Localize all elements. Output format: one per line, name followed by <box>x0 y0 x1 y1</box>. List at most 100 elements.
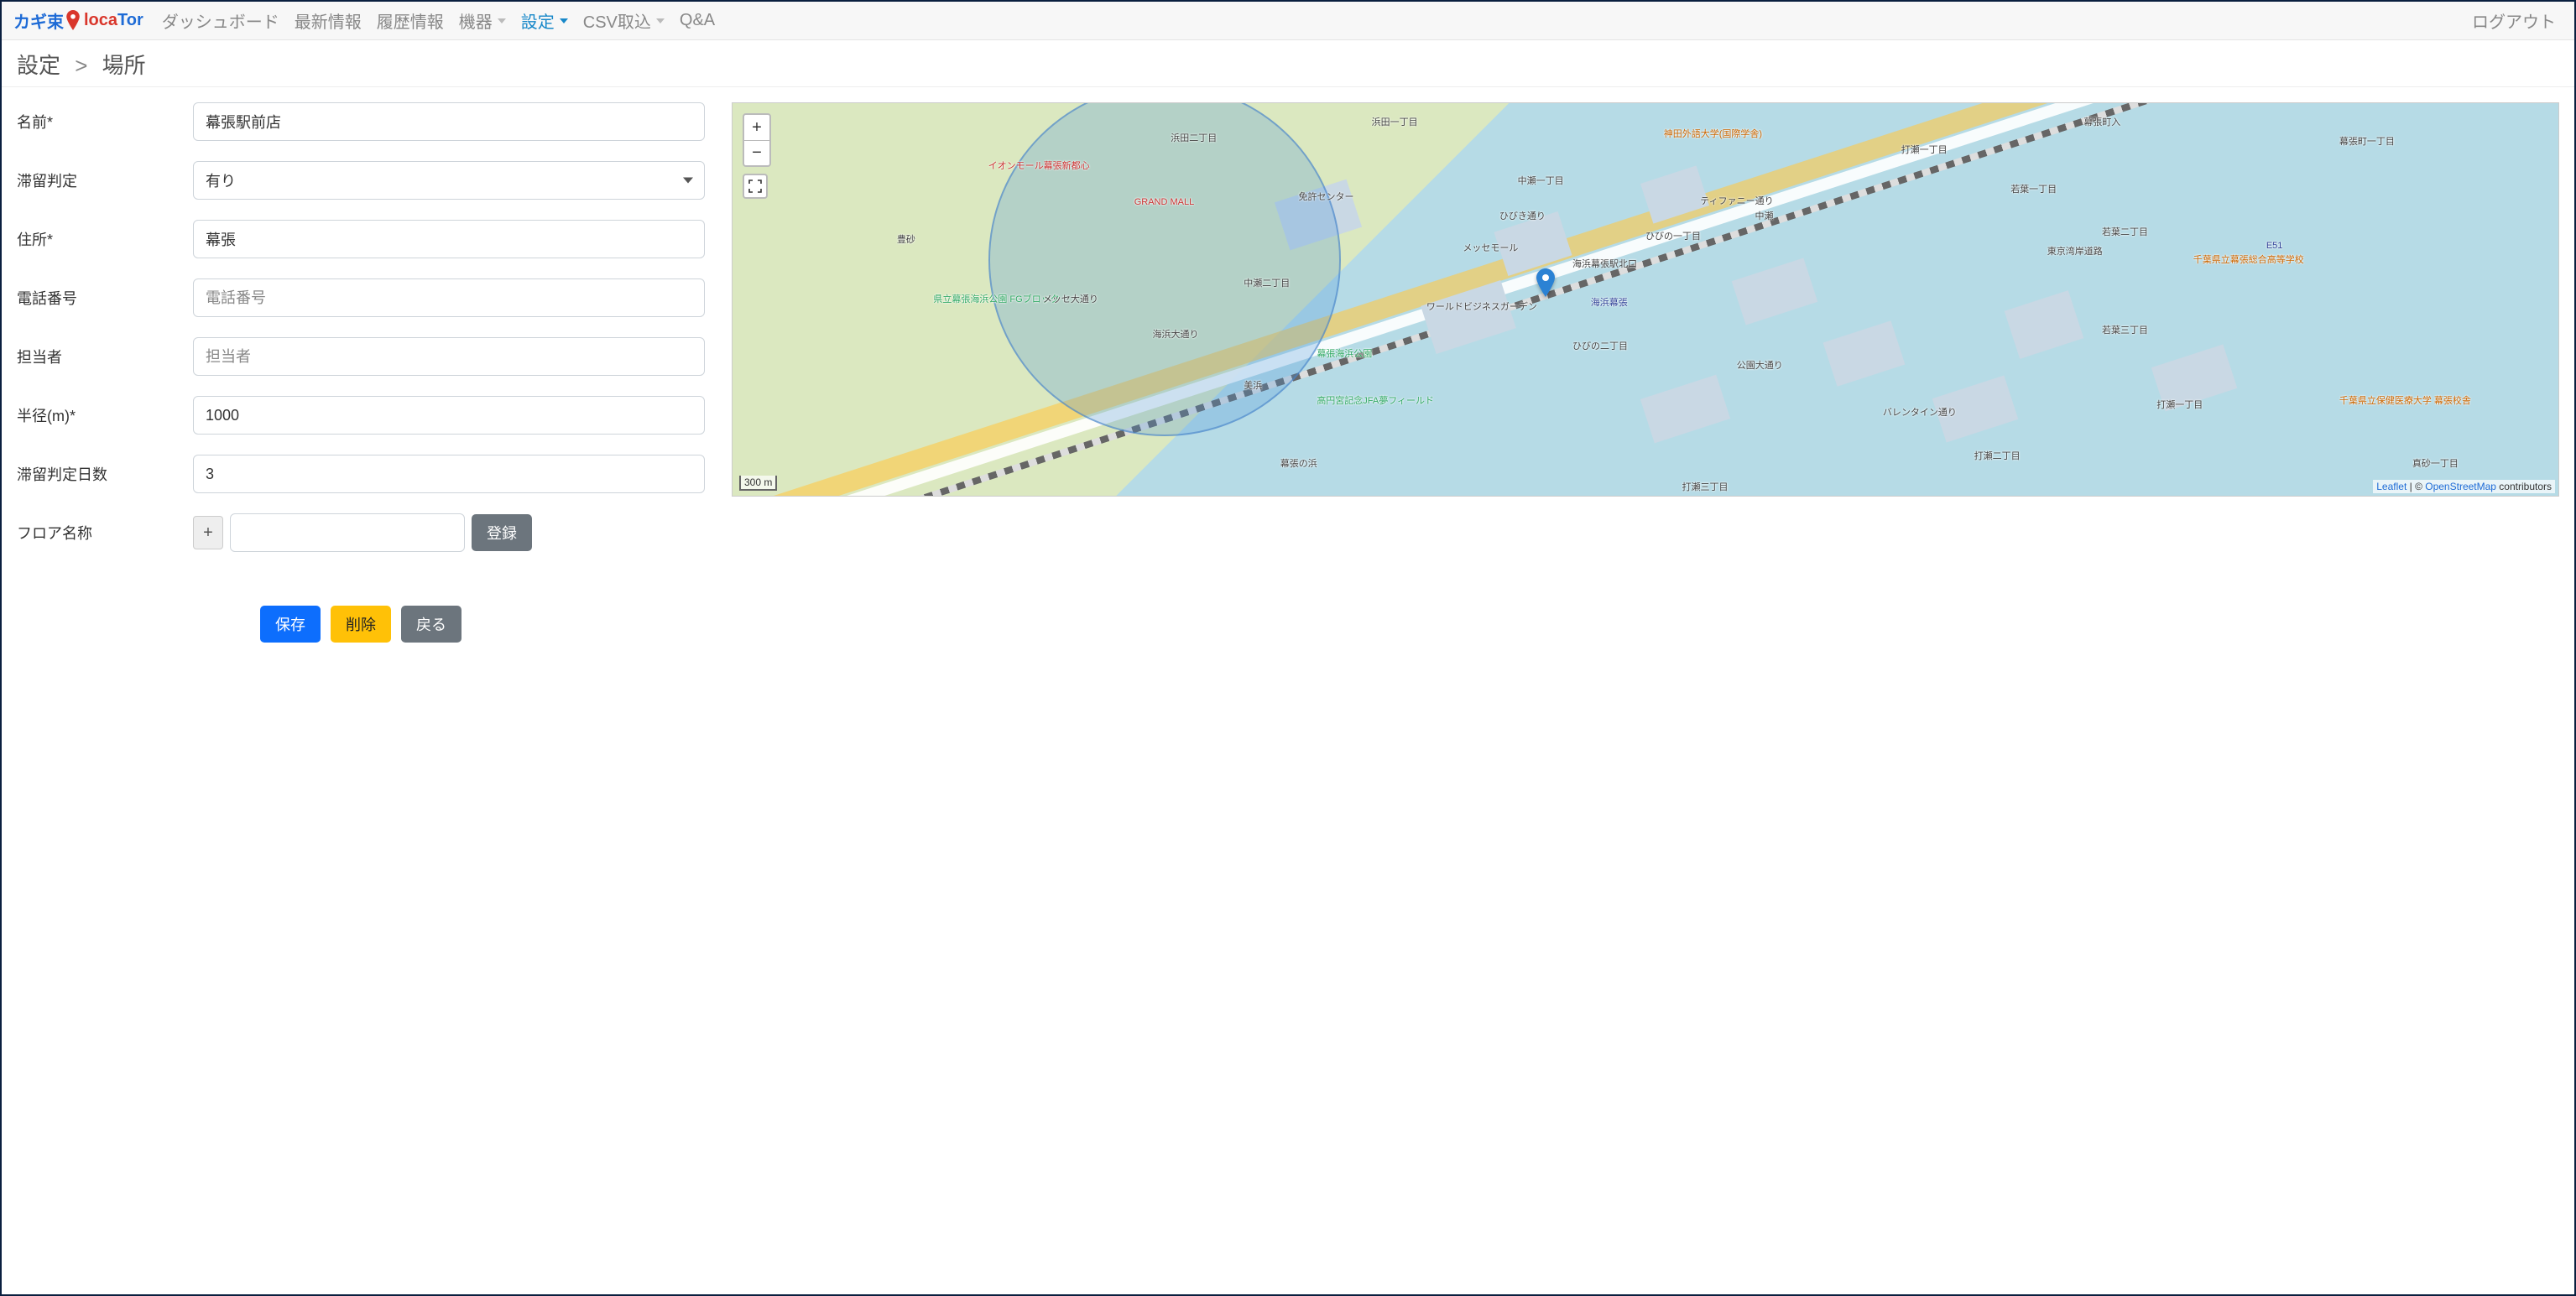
delete-button[interactable]: 削除 <box>331 606 391 643</box>
nav-links: ダッシュボード最新情報履歴情報機器設定 CSV取込 Q&A <box>162 8 2472 33</box>
map-place-label: ひびの一丁目 <box>1645 229 1701 242</box>
map-place-label: 浜田一丁目 <box>1372 115 1418 128</box>
osm-link[interactable]: OpenStreetMap <box>2425 481 2496 492</box>
map-place-label: 海浜大通り <box>1152 327 1198 341</box>
label-stay-judgment: 滞留判定 <box>17 169 193 191</box>
input-address[interactable] <box>193 220 705 258</box>
map-place-label: 若葉一丁目 <box>2010 182 2057 195</box>
input-floor[interactable] <box>230 513 465 552</box>
map-place-label: 県立幕張海浜公園 FGブロック <box>933 292 1059 305</box>
input-radius[interactable] <box>193 396 705 435</box>
map-place-label: 打瀬一丁目 <box>1901 143 1948 156</box>
map-place-label: 打瀬一丁目 <box>2156 398 2203 411</box>
leaflet-link[interactable]: Leaflet <box>2376 481 2407 492</box>
label-phone: 電話番号 <box>17 287 193 309</box>
map-place-label: 千葉県立保健医療大学 幕張校舎 <box>2339 393 2471 407</box>
map-pin-icon <box>65 10 81 32</box>
input-name[interactable] <box>193 102 705 141</box>
logo-text-3: Tor <box>117 11 143 30</box>
map-place-label: 幕張の浜 <box>1280 456 1317 470</box>
chevron-down-icon <box>656 18 665 23</box>
fullscreen-icon <box>748 180 762 193</box>
label-address: 住所* <box>17 228 193 250</box>
select-stay-judgment[interactable] <box>193 161 705 200</box>
input-stay-days[interactable] <box>193 455 705 493</box>
nav-item[interactable]: ダッシュボード <box>162 8 279 33</box>
map-place-label: 幕張町一丁目 <box>2339 134 2395 148</box>
add-floor-button[interactable]: + <box>193 516 223 549</box>
zoom-control: + − <box>743 113 771 167</box>
map-panel[interactable]: イオンモール幕張新都心 GRAND MALL 神田外語大学(国際学舎) 浜田二丁目 浜田… <box>732 102 2559 497</box>
fullscreen-button[interactable] <box>743 174 768 199</box>
map-place-label: メッセモール <box>1463 241 1518 254</box>
map-place-label: ひびの二丁目 <box>1572 339 1628 352</box>
label-name: 名前* <box>17 111 193 133</box>
row-phone: 電話番号 <box>17 278 705 317</box>
logo-text-2: loca <box>84 11 117 30</box>
row-address: 住所* <box>17 220 705 258</box>
row-name: 名前* <box>17 102 705 141</box>
map-place-label: 真砂一丁目 <box>2412 456 2459 470</box>
breadcrumb-child: 場所 <box>102 53 146 78</box>
map-place-label: 千葉県立幕張総合高等学校 <box>2193 252 2304 266</box>
map-place-label: 海浜幕張駅北口 <box>1572 257 1637 270</box>
map-place-label: 美浜 <box>1244 378 1262 392</box>
map-place-label: 若葉二丁目 <box>2102 225 2148 238</box>
map-place-label: 幕張町入 <box>2083 115 2120 128</box>
map-place-label: ひびき通り <box>1499 209 1546 222</box>
chevron-down-icon <box>498 18 506 23</box>
logout-link[interactable]: ログアウト <box>2472 8 2556 33</box>
radius-circle <box>988 102 1341 436</box>
navbar: カギ束 locaTor ダッシュボード最新情報履歴情報機器設定CSV取込Q&A … <box>2 2 2574 40</box>
chevron-down-icon <box>560 18 568 23</box>
input-person[interactable] <box>193 337 705 376</box>
map-place-label: 中瀬二丁目 <box>1244 276 1290 289</box>
map-place-label: 海浜幕張 <box>1591 295 1628 309</box>
row-stay-judgment: 滞留判定 <box>17 161 705 200</box>
map-attribution: Leaflet | © OpenStreetMap contributors <box>2373 480 2555 493</box>
action-row: 保存 削除 戻る <box>17 606 705 643</box>
label-radius: 半径(m)* <box>17 404 193 426</box>
row-radius: 半径(m)* <box>17 396 705 435</box>
row-floor: フロア名称 + 登録 <box>17 513 705 552</box>
map-place-label: ワールドビジネスガーデン <box>1426 299 1537 313</box>
breadcrumb-parent[interactable]: 設定 <box>17 53 60 78</box>
register-floor-button[interactable]: 登録 <box>472 514 532 551</box>
map-place-label: 中瀬一丁目 <box>1518 174 1564 187</box>
map-place-label: 幕張海浜公園 <box>1317 346 1372 360</box>
location-pin-icon[interactable] <box>1536 268 1556 297</box>
breadcrumb-separator: > <box>75 53 87 78</box>
map-place-label: 豊砂 <box>897 232 915 246</box>
map-place-label: 若葉三丁目 <box>2102 323 2148 336</box>
map-place-label: E51 <box>2266 241 2283 251</box>
nav-item[interactable]: 機器 <box>459 8 506 33</box>
nav-item[interactable]: Q&A <box>680 11 715 30</box>
map-place-label: 打瀬二丁目 <box>1974 449 2021 462</box>
breadcrumb: 設定 > 場所 <box>17 49 2559 80</box>
map-place-label: 浜田二丁目 <box>1171 131 1217 144</box>
label-floor: フロア名称 <box>17 522 193 544</box>
map-place-label: 打瀬三丁目 <box>1682 480 1729 493</box>
nav-item[interactable]: 履歴情報 <box>377 8 444 33</box>
save-button[interactable]: 保存 <box>260 606 321 643</box>
map-place-label: イオンモール幕張新都心 <box>988 159 1090 172</box>
zoom-in-button[interactable]: + <box>744 115 769 140</box>
input-phone[interactable] <box>193 278 705 317</box>
map-place-label: 公園大通り <box>1737 358 1783 372</box>
map-place-label: 高円宮記念JFA夢フィールド <box>1317 393 1434 407</box>
app-logo[interactable]: カギ束 locaTor <box>13 8 143 33</box>
nav-item[interactable]: 最新情報 <box>295 8 362 33</box>
nav-item[interactable]: CSV取込 <box>583 8 665 33</box>
main-content: 名前* 滞留判定 住所* 電話番号 担当者 <box>2 87 2574 666</box>
map-place-label: 中瀬 <box>1755 209 1774 222</box>
map-place-label: バレンタイン通り <box>1883 405 1957 419</box>
row-stay-days: 滞留判定日数 <box>17 455 705 493</box>
map-place-label: 神田外語大学(国際学舎) <box>1664 127 1762 140</box>
back-button[interactable]: 戻る <box>401 606 461 643</box>
zoom-out-button[interactable]: − <box>744 140 769 165</box>
map-place-label: 免許センター <box>1299 190 1354 203</box>
map-place-label: GRAND MALL <box>1134 197 1195 207</box>
scale-bar: 300 m <box>739 476 777 491</box>
form-area: 名前* 滞留判定 住所* 電話番号 担当者 <box>17 102 705 643</box>
nav-item[interactable]: 設定 <box>521 8 568 33</box>
